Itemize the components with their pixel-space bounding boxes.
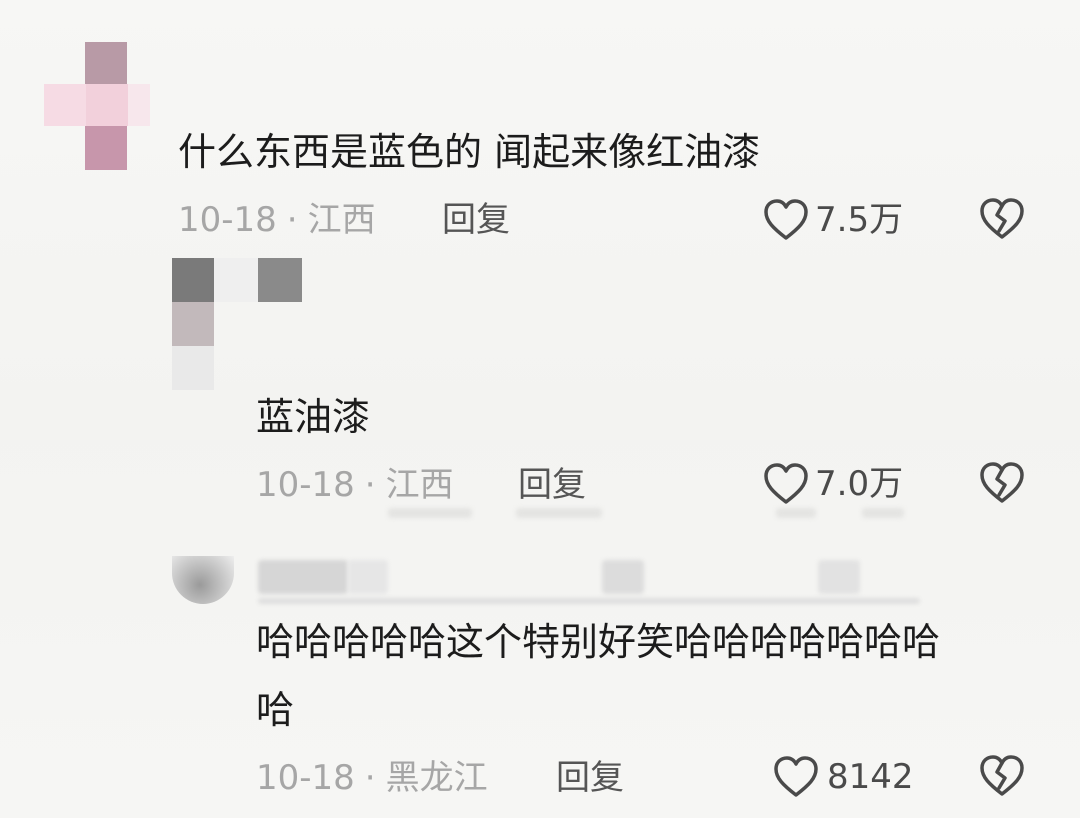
comment-meta: 10-18 · 黑龙江 <box>256 758 488 798</box>
heart-outline-icon <box>763 198 809 242</box>
heart-outline-icon <box>773 755 819 799</box>
like-count: 7.5万 <box>815 200 904 240</box>
dislike-button[interactable] <box>978 461 1026 505</box>
username-underline <box>258 598 920 604</box>
like-button[interactable]: 7.0万 <box>763 462 903 506</box>
comment-1: 什么东西是蓝色的 闻起来像红油漆 10-18 · 江西 回复 7.5万 <box>0 0 1080 260</box>
reply-button[interactable]: 回复 <box>556 758 624 798</box>
comment-text-line-1: 哈哈哈哈哈这个特别好笑哈哈哈哈哈哈哈 <box>256 620 941 664</box>
comment-date: 10-18 <box>256 465 355 505</box>
comment-date: 10-18 <box>256 758 355 798</box>
blur-strip <box>862 508 904 518</box>
reply-button[interactable]: 回复 <box>442 200 510 240</box>
dislike-button[interactable] <box>978 197 1026 241</box>
comment-location: 江西 <box>385 465 454 505</box>
blur-strip <box>516 508 602 518</box>
broken-heart-icon <box>978 461 1026 505</box>
meta-separator: · <box>286 200 298 240</box>
comment-date: 10-18 <box>178 200 277 240</box>
comment-location: 江西 <box>307 200 376 240</box>
reply-text: 蓝油漆 <box>256 395 371 439</box>
broken-heart-icon <box>978 754 1026 798</box>
blur-strip <box>388 508 472 518</box>
username-pixelated <box>818 560 860 594</box>
comment-meta: 10-18 · 江西 <box>178 200 376 240</box>
meta-separator: · <box>364 758 376 798</box>
username-pixelated <box>258 560 348 594</box>
meta-separator: · <box>364 465 376 505</box>
comment-thread-screen: 什么东西是蓝色的 闻起来像红油漆 10-18·江西 回复 7.5万 蓝油漆 <box>0 0 1080 818</box>
comment-text: 什么东西是蓝色的 闻起来像红油漆 <box>178 130 761 174</box>
dislike-button[interactable] <box>978 754 1026 798</box>
avatar-pixelated[interactable] <box>170 256 310 392</box>
username-pixelated <box>602 560 644 594</box>
like-count: 8142 <box>827 757 914 797</box>
broken-heart-icon <box>978 197 1026 241</box>
heart-outline-icon <box>763 462 809 506</box>
blur-strip <box>776 508 816 518</box>
like-button[interactable]: 7.5万 <box>763 198 903 242</box>
comment-text-line-2: 哈 <box>256 688 295 732</box>
comment-2: 蓝油漆 10-18 · 江西 回复 7.0万 <box>0 250 1080 530</box>
avatar-pixelated[interactable] <box>40 40 150 175</box>
comment-location: 黑龙江 <box>385 758 488 798</box>
like-button[interactable]: 8142 <box>773 755 914 799</box>
like-count: 7.0万 <box>815 464 904 504</box>
comment-meta: 10-18 · 江西 <box>256 465 454 505</box>
username-pixelated <box>348 560 388 594</box>
comment-3: 哈哈哈哈哈这个特别好笑哈哈哈哈哈哈哈 哈 10-18 · 黑龙江 回复 8142 <box>0 540 1080 818</box>
reply-button[interactable]: 回复 <box>518 465 586 505</box>
avatar-pixelated[interactable] <box>170 554 236 606</box>
